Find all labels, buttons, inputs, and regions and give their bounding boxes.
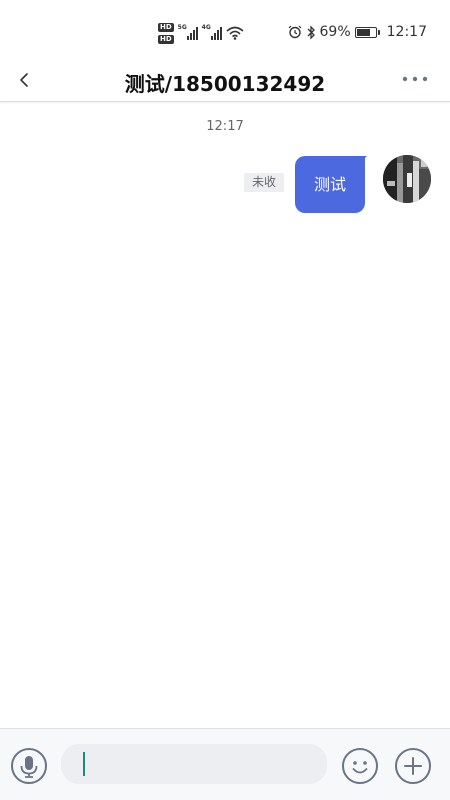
avatar-photo (383, 155, 431, 203)
signal-4g-icon: 4G (201, 24, 222, 40)
text-caret (83, 752, 85, 776)
message-status-badge: 未收 (244, 173, 284, 192)
microphone-icon[interactable] (10, 747, 48, 785)
page-title: 测试/18500132492 (124, 72, 326, 96)
network-type-label: 4G (201, 24, 211, 31)
avatar[interactable] (383, 155, 431, 203)
message-bubble-outgoing[interactable]: 测试 (295, 156, 365, 213)
chat-header: 测试/18500132492 (0, 60, 450, 102)
system-indicators: 69% 12:17 (288, 24, 427, 40)
hd-indicators: HD HD (158, 22, 174, 44)
network-indicators: HD HD 5G 4G (158, 20, 244, 46)
hd-badge: HD (158, 34, 174, 44)
bluetooth-icon (307, 24, 315, 40)
message-input-bar (0, 728, 450, 800)
more-dots-icon[interactable] (400, 70, 432, 90)
message-text-input[interactable] (61, 744, 327, 784)
hd-badge: HD (158, 22, 174, 32)
plus-circle-icon[interactable] (394, 747, 432, 785)
battery-level-fill (356, 28, 371, 36)
battery-icon (354, 26, 380, 38)
status-time: 12:17 (386, 24, 427, 40)
wifi-icon (226, 26, 244, 40)
alarm-icon (288, 25, 301, 39)
network-type-label: 5G (177, 24, 187, 31)
message-timestamp: 12:17 (206, 119, 244, 134)
battery-percent: 69% (319, 24, 351, 40)
status-bar: HD HD 5G 4G 69% 12:17 (0, 0, 450, 60)
signal-5g-icon: 5G (177, 24, 198, 40)
bubble-tail (357, 156, 367, 166)
smiley-icon[interactable] (341, 747, 379, 785)
